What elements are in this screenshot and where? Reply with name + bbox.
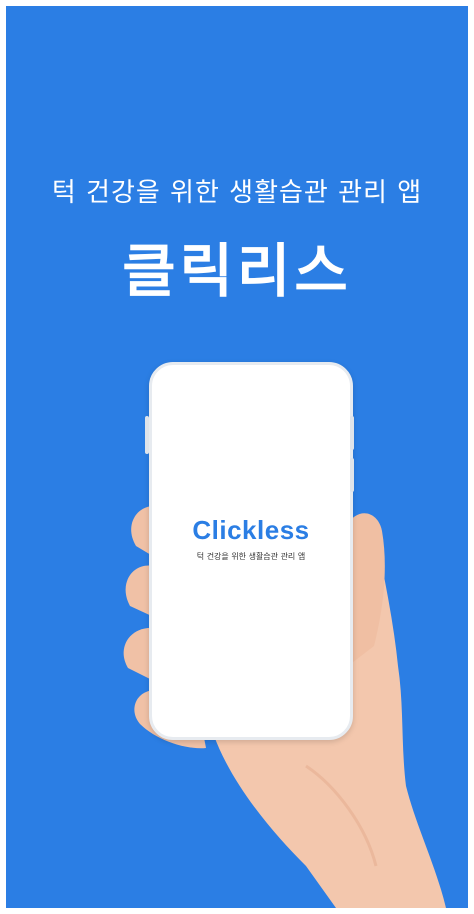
phone-left-button [145, 416, 149, 454]
phone-mockup: Clickless 턱 건강을 위한 생활습관 관리 앱 [149, 362, 353, 740]
logo-tagline: 턱 건강을 위한 생활습관 관리 앱 [196, 552, 306, 561]
clickless-logo: Clickless [192, 515, 310, 545]
splash-screen: 턱 건강을 위한 생활습관 관리 앱 클릭리스 Clickless 턱 건강을 … [6, 6, 468, 908]
phone-right-button-2 [350, 458, 354, 492]
phone-right-button-1 [350, 416, 354, 450]
